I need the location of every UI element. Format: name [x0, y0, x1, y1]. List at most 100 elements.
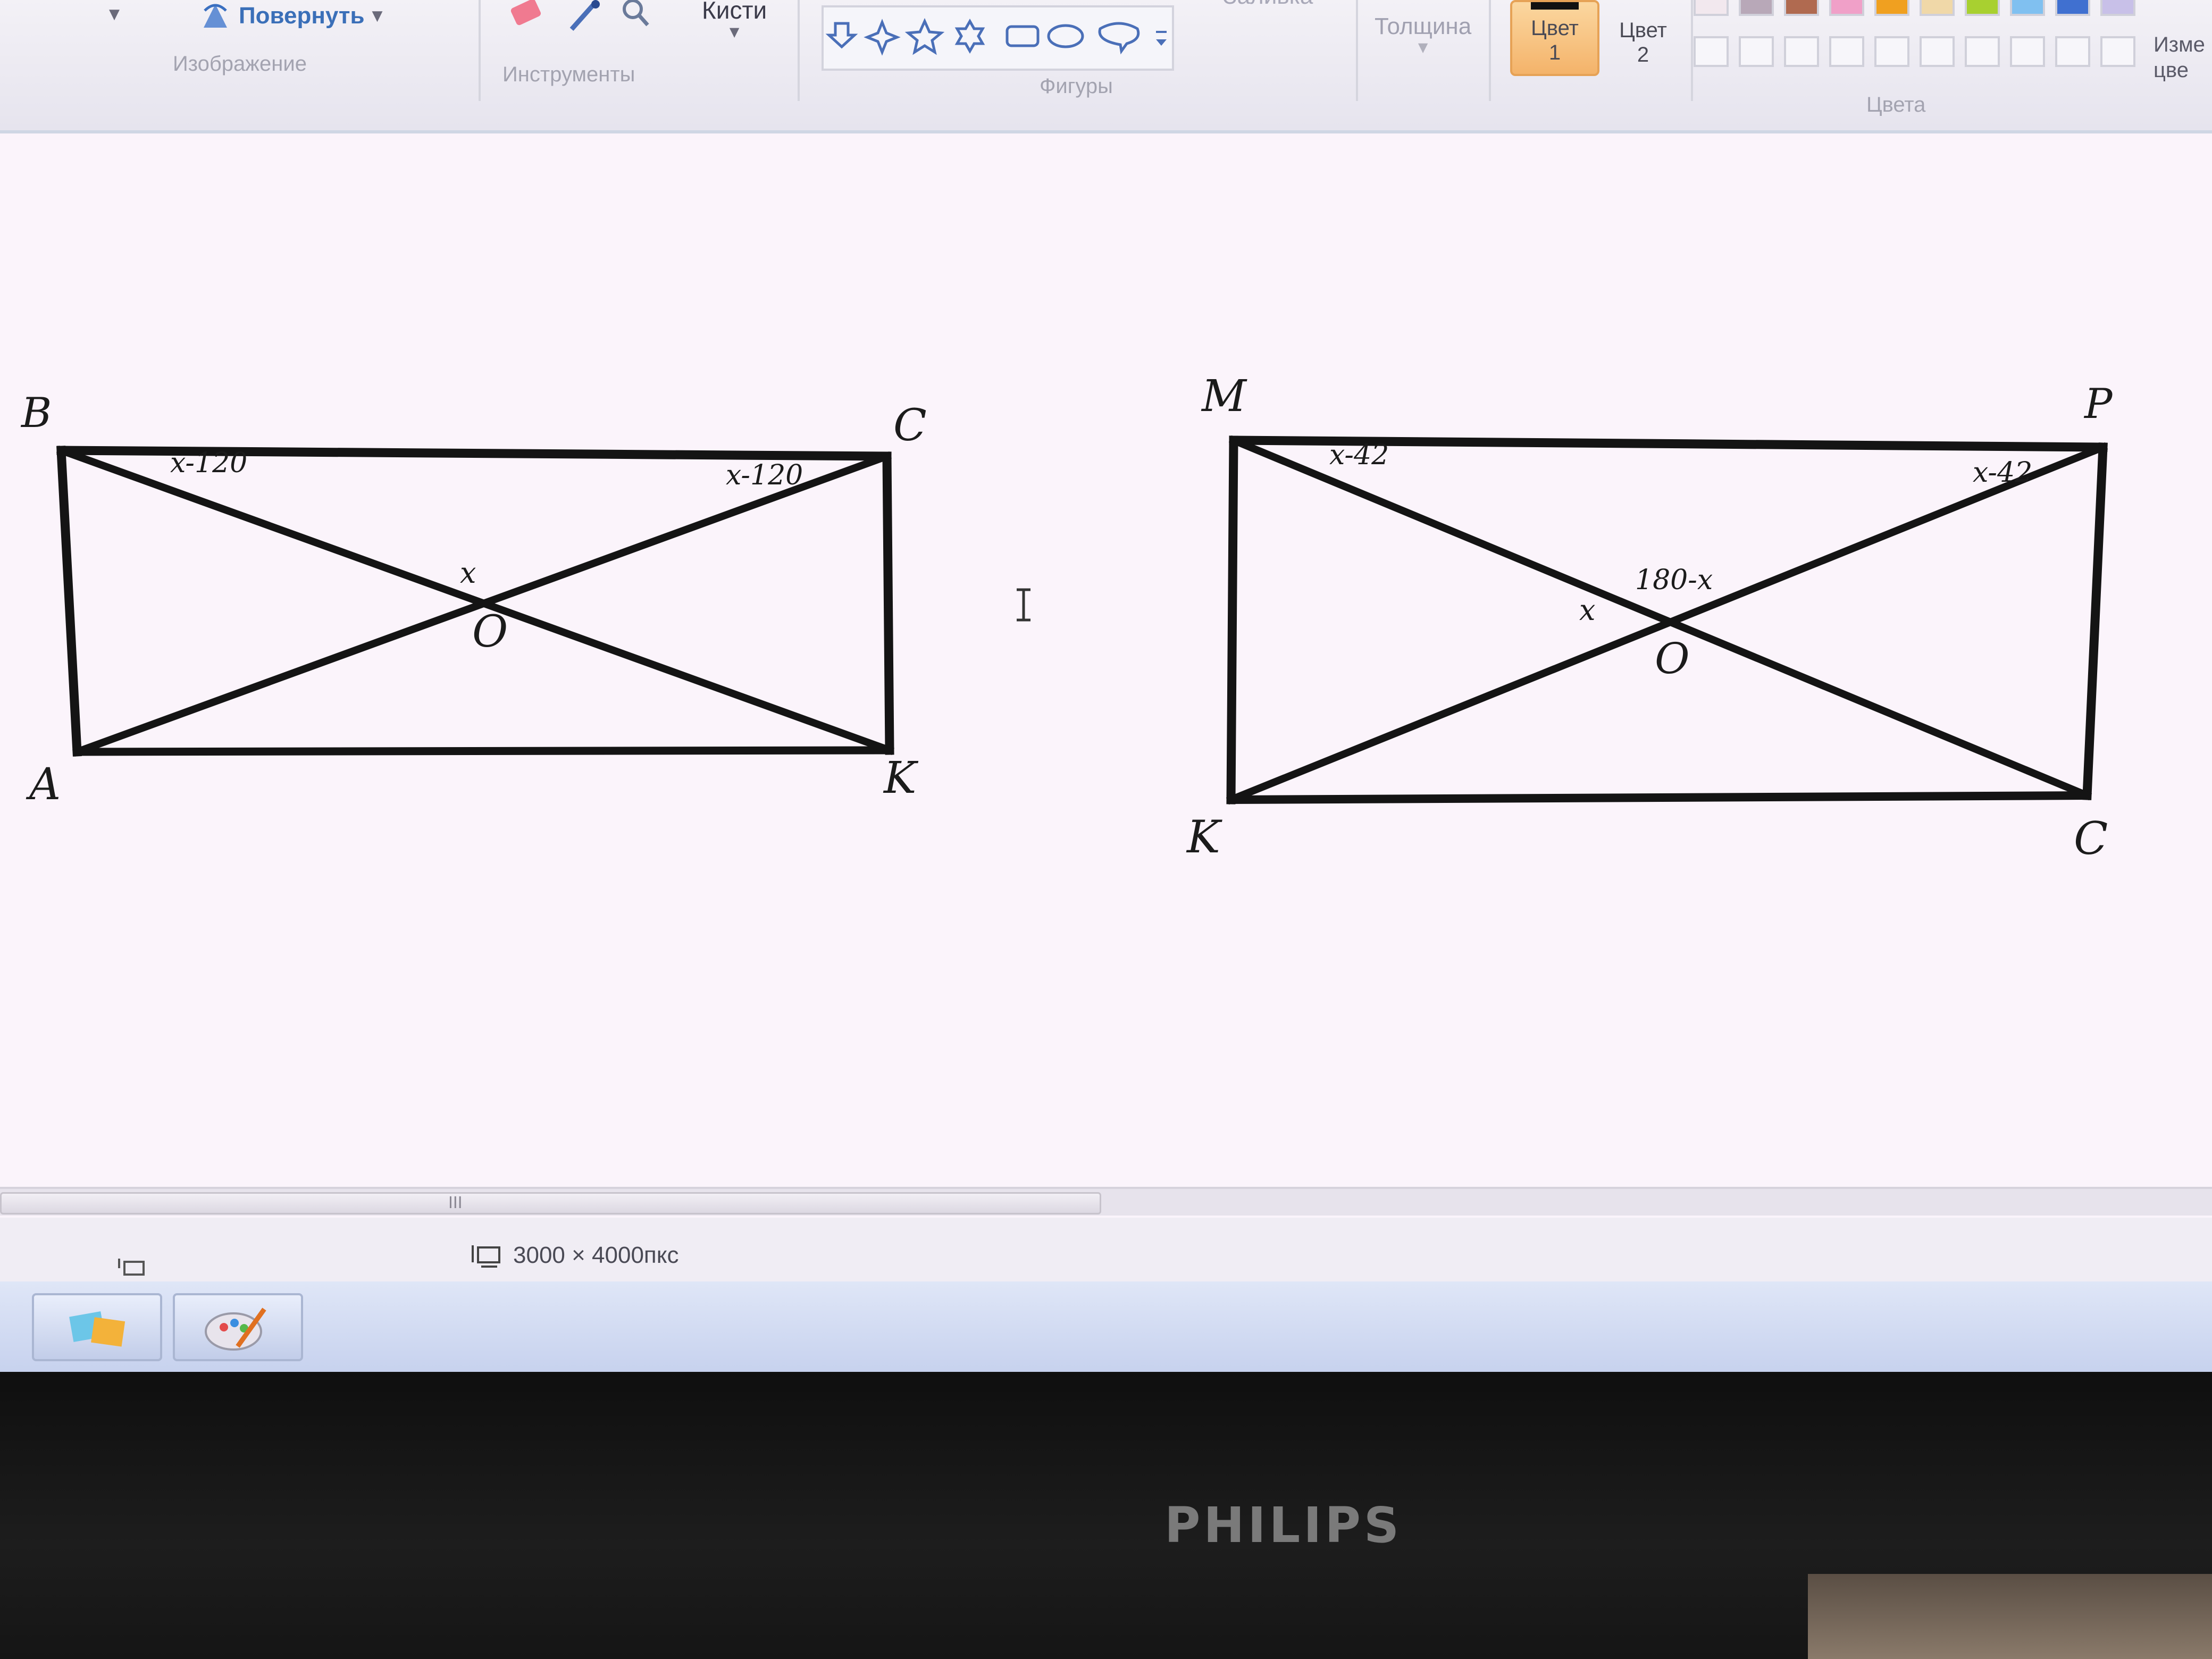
group-separator — [1356, 0, 1358, 101]
color1-swatch — [1531, 2, 1579, 10]
group-image-label: Изображение — [173, 52, 307, 76]
color2-label: Цвет — [1619, 19, 1667, 42]
palette-swatch-empty[interactable] — [1965, 36, 2000, 67]
palette-swatch-empty[interactable] — [1784, 36, 1819, 67]
fill-button[interactable]: Заливка — [1223, 0, 1313, 10]
palette-swatch[interactable] — [2100, 0, 2135, 16]
figure1-label-a: A — [26, 759, 61, 810]
paint-icon — [205, 1308, 266, 1351]
figure1-label-b: B — [20, 389, 52, 437]
group-separator — [479, 0, 481, 101]
status-bar: 3000 × 4000пкс — [0, 1218, 2212, 1281]
palette-swatch-empty[interactable] — [2055, 36, 2090, 67]
group-separator — [798, 0, 800, 101]
palette-swatch-empty[interactable] — [2100, 36, 2135, 67]
figure2-label-p: P — [2083, 380, 2113, 428]
thickness-button[interactable]: Толщина ▼ — [1375, 13, 1471, 55]
figure1-side-ka — [73, 746, 894, 756]
scrollbar-grip: III — [448, 1194, 463, 1212]
palette-swatch[interactable] — [1829, 0, 1864, 16]
palette-swatch[interactable] — [1874, 0, 1909, 16]
taskbar-file-manager-button[interactable] — [32, 1293, 162, 1361]
figure1-angle-o: x — [460, 556, 476, 590]
figure1-label-o: O — [472, 607, 508, 657]
figure1-diagonal-bk — [56, 446, 894, 755]
scrollbar-thumb[interactable]: III — [0, 1192, 1101, 1214]
text-cursor-icon — [1017, 588, 1030, 622]
figure2-label-m: M — [1201, 371, 1247, 422]
figure2-side-pc — [2082, 442, 2108, 800]
figure2-side-km — [1226, 435, 1238, 805]
brushes-button[interactable]: Кисти ▼ — [702, 0, 767, 39]
color1-label: Цвет — [1531, 16, 1579, 40]
group-separator — [1691, 0, 1693, 101]
palette-swatch[interactable] — [1965, 0, 2000, 16]
figure1-label-c: C — [893, 400, 927, 451]
group-colors-label: Цвета — [1866, 93, 1926, 116]
color2-number: 2 — [1637, 43, 1649, 66]
figure2-angle-o-top: 180-x — [1635, 564, 1713, 596]
ribbon: Повернуть ▼ ▼ Изображение Инструменты Ки… — [0, 0, 2212, 133]
canvas-size-icon — [472, 1245, 500, 1268]
figure1-side-ab — [56, 446, 82, 757]
figure2-side-ck — [1226, 791, 2092, 805]
thickness-label: Толщина — [1375, 13, 1472, 39]
group-tools-label: Инструменты — [502, 63, 635, 86]
figure1-side-ck — [882, 451, 894, 755]
magnifier-icon[interactable] — [617, 0, 654, 29]
file-manager-icon — [69, 1311, 125, 1347]
shape-icons — [825, 18, 1167, 56]
palette-swatch-empty[interactable] — [1829, 36, 1864, 67]
brushes-label: Кисти — [702, 0, 767, 24]
taskbar — [0, 1281, 2212, 1372]
rotate-label: Повернуть — [239, 3, 365, 29]
horizontal-scrollbar[interactable]: III — [0, 1187, 2212, 1216]
drawing-canvas[interactable]: B C A K O x-120 x-120 x M P K C O x-42 x — [0, 133, 2212, 1192]
figure2-angle-p: x-42 — [1973, 457, 2032, 489]
figure1-rectangle — [56, 446, 894, 757]
palette-swatch[interactable] — [1694, 0, 1729, 16]
figure2-label-c: C — [2074, 812, 2108, 865]
monitor-brand: PHILIPS — [1164, 1497, 1403, 1554]
figure2-rectangle — [1226, 435, 2108, 805]
taskbar-paint-button[interactable] — [173, 1293, 303, 1361]
palette-swatch-empty[interactable] — [2010, 36, 2045, 67]
figure1-angle-c: x-120 — [726, 459, 803, 491]
palette-swatch[interactable] — [2010, 0, 2045, 16]
canvas-size-text: 3000 × 4000пкс — [513, 1242, 679, 1268]
screen: Повернуть ▼ ▼ Изображение Инструменты Ки… — [0, 0, 2212, 1372]
palette-swatch-empty[interactable] — [1920, 36, 1955, 67]
figure2-label-o: O — [1655, 634, 1690, 683]
color1-button[interactable]: Цвет 1 — [1510, 0, 1599, 76]
edit-colors-label: цве — [2154, 58, 2189, 82]
figure2-label-k: K — [1186, 811, 1222, 863]
color2-button[interactable]: Цвет 2 — [1601, 5, 1686, 77]
edit-colors-button[interactable]: Изме цве — [2154, 32, 2205, 83]
selection-size-icon — [118, 1259, 145, 1276]
chevron-down-icon: ▼ — [1418, 40, 1428, 55]
desk-surface — [1808, 1574, 2212, 1659]
chevron-down-icon: ▼ — [372, 8, 383, 24]
chevron-down-icon[interactable]: ▼ — [109, 6, 120, 22]
palette-swatch[interactable] — [2055, 0, 2090, 16]
rotate-button[interactable]: Повернуть ▼ — [199, 0, 383, 32]
figure2-angle-o-left: x — [1579, 593, 1595, 627]
shapes-gallery[interactable] — [822, 5, 1174, 71]
palette-swatch[interactable] — [1739, 0, 1774, 16]
figure2-angle-m: x-42 — [1329, 439, 1389, 471]
palette-swatch-empty[interactable] — [1739, 36, 1774, 67]
eraser-icon[interactable] — [508, 0, 545, 32]
color-picker-icon[interactable] — [566, 0, 604, 32]
chevron-down-icon: ▼ — [729, 24, 740, 39]
group-shapes-label: Фигуры — [1040, 74, 1113, 98]
rotate-icon — [204, 4, 227, 28]
figure1-label-k: K — [883, 753, 919, 803]
drawing: B C A K O x-120 x-120 x M P K C O x-42 x — [20, 371, 2113, 865]
palette-swatch-empty[interactable] — [1874, 36, 1909, 67]
palette-swatch[interactable] — [1784, 0, 1819, 16]
group-separator — [1489, 0, 1491, 101]
color1-number: 1 — [1548, 41, 1561, 64]
palette-swatch-empty[interactable] — [1694, 36, 1729, 67]
palette-swatch[interactable] — [1920, 0, 1955, 16]
edit-colors-label: Изме — [2154, 33, 2205, 56]
